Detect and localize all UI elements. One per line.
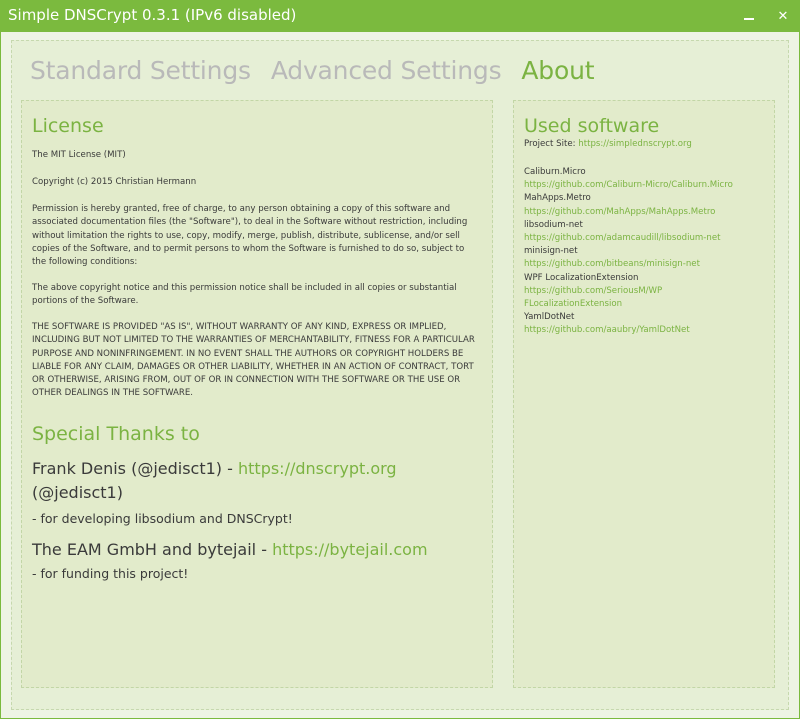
license-heading: License [32, 115, 104, 137]
software-name: WPF LocalizationExtension [524, 272, 639, 283]
software-link[interactable]: https://github.com/MahApps/MahApps.Metro [524, 206, 764, 219]
software-name: YamlDotNet [524, 312, 575, 323]
close-icon: ✕ [777, 8, 789, 24]
software-name: Caliburn.Micro [524, 167, 586, 177]
thanks-item-2: The EAM GmbH and bytejail - https://byte… [32, 538, 472, 562]
tab-advanced-settings[interactable]: Advanced Settings [271, 56, 502, 85]
license-notice: The above copyright notice and this perm… [32, 283, 457, 307]
window-title: Simple DNSCrypt 0.3.1 (IPv6 disabled) [8, 6, 297, 24]
software-link[interactable]: https://github.com/Caliburn-Micro/Calibu… [524, 179, 764, 192]
software-link[interactable]: https://github.com/adamcaudill/libsodium… [524, 232, 764, 245]
thanks-item-1-name: Frank Denis (@jedisct1) - [32, 459, 238, 478]
used-software-heading: Used software [524, 115, 660, 137]
thanks-heading: Special Thanks to [32, 423, 200, 445]
license-type: The MIT License (MIT) [32, 150, 126, 160]
software-name: libsodium-net [524, 219, 583, 230]
tab-about[interactable]: About [521, 56, 594, 85]
thanks-item-1-extra: (@jedisct1) [32, 483, 123, 502]
thanks-item-1: Frank Denis (@jedisct1) - https://dnscry… [32, 457, 472, 505]
project-site-label: Project Site: [524, 139, 579, 149]
license-copyright: Copyright (c) 2015 Christian Hermann [32, 177, 197, 187]
software-link[interactable]: https://github.com/SeriousM/WPFLocalizat… [524, 285, 664, 311]
tab-standard-settings[interactable]: Standard Settings [30, 56, 251, 85]
close-button[interactable]: ✕ [770, 4, 796, 28]
software-link[interactable]: https://github.com/aaubry/YamlDotNet [524, 324, 764, 337]
project-site: Project Site: https://simplednscrypt.org [524, 138, 764, 151]
thanks-item-2-link[interactable]: https://bytejail.com [272, 540, 428, 559]
license-warranty: THE SOFTWARE IS PROVIDED "AS IS", WITHOU… [32, 322, 475, 399]
thanks-item-2-reason: - for funding this project! [32, 566, 189, 581]
software-list: Caliburn.Micro https://github.com/Calibu… [524, 166, 764, 338]
license-panel: License The MIT License (MIT) Copyright … [21, 100, 493, 688]
title-bar: Simple DNSCrypt 0.3.1 (IPv6 disabled) ✕ [0, 0, 800, 32]
thanks-item-1-reason: - for developing libsodium and DNSCrypt! [32, 511, 293, 526]
software-name: MahApps.Metro [524, 193, 591, 204]
used-software-panel: Used software Project Site: https://simp… [513, 100, 775, 688]
minimize-button[interactable] [736, 4, 762, 28]
license-permission: Permission is hereby granted, free of ch… [32, 204, 468, 268]
thanks-item-1-link[interactable]: https://dnscrypt.org [238, 459, 397, 478]
software-name: minisign-net [524, 246, 578, 257]
thanks-item-2-name: The EAM GmbH and bytejail - [32, 540, 273, 559]
project-site-link[interactable]: https://simplednscrypt.org [578, 139, 692, 149]
tab-bar: Standard Settings Advanced Settings Abou… [30, 56, 595, 90]
minimize-icon [744, 18, 754, 20]
software-link[interactable]: https://github.com/bitbeans/minisign-net [524, 258, 764, 271]
